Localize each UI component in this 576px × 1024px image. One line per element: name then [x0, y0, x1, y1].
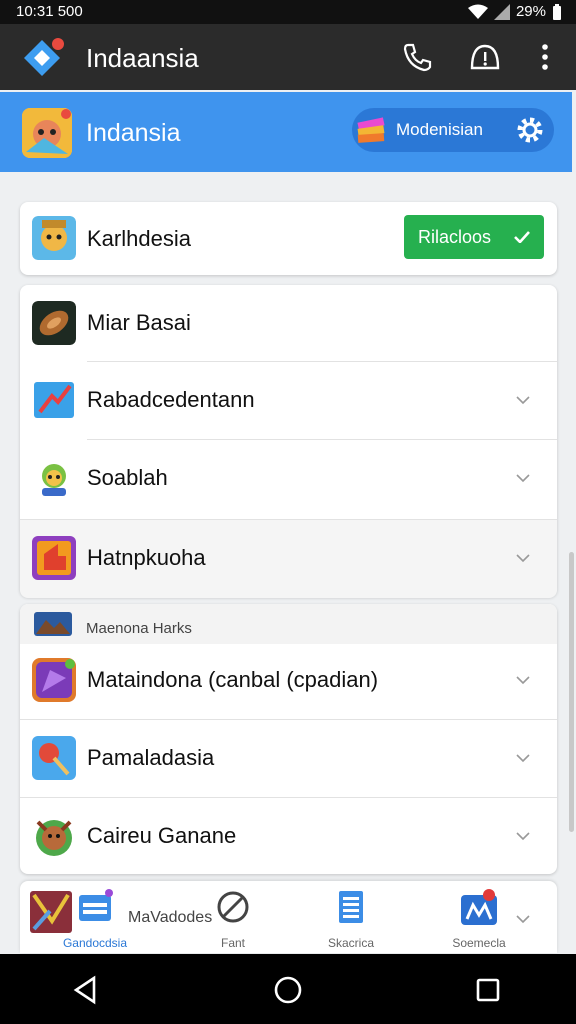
list-item[interactable]: Soablah — [20, 440, 557, 518]
list-item[interactable]: Hatnpkuoha — [20, 520, 557, 598]
featured-label: Karlhdesia — [87, 226, 191, 251]
mataindona-app-icon — [32, 658, 76, 702]
hatnpkuoha-app-icon — [32, 536, 76, 580]
chevron-down-icon[interactable] — [515, 911, 531, 927]
featured-app-icon — [32, 216, 76, 260]
system-nav-bar — [0, 954, 576, 1024]
list-item[interactable]: Caireu Ganane — [20, 798, 557, 876]
header-title: Indansia — [86, 119, 181, 147]
document-icon — [339, 891, 363, 923]
chevron-down-icon — [516, 754, 530, 763]
status-time: 10:31 500 — [16, 3, 83, 20]
chevron-down-icon — [516, 676, 530, 685]
header-banner: Indansia Modenisian — [0, 92, 572, 172]
list-item[interactable]: Pamaladasia — [20, 720, 557, 798]
nav-item-label: Gandocdsia — [62, 936, 128, 950]
nav-item-soemecla[interactable]: Soemecla — [434, 887, 524, 950]
header-app-icon — [22, 108, 72, 158]
list-item-label: Rabadcedentann — [87, 387, 255, 412]
gear-icon[interactable] — [514, 114, 546, 146]
recents-icon[interactable] — [470, 972, 506, 1008]
back-icon[interactable] — [68, 972, 104, 1008]
chevron-down-icon — [516, 554, 530, 563]
section-header-icon — [34, 612, 72, 636]
featured-row[interactable]: Karlhdesia Rilacloos — [20, 202, 557, 275]
list-section-1: Miar Basai Rabadcedentann Soablah Hatnpk… — [20, 285, 557, 598]
scrollbar[interactable] — [569, 552, 574, 832]
confirm-button-label: Rilacloos — [418, 227, 492, 247]
pamaladasia-app-icon — [32, 736, 76, 780]
list-item-label: Mataindona (canbal (cpadian) — [87, 667, 379, 692]
list-item-label: Hatnpkuoha — [87, 545, 206, 570]
check-icon — [514, 231, 530, 243]
nav-item-label: Skacrica — [327, 936, 374, 950]
profile-pill-button[interactable]: Modenisian — [352, 108, 554, 152]
window-icon — [79, 889, 113, 921]
app-logo-icon — [24, 38, 64, 76]
nav-item-label: Fant — [220, 936, 245, 950]
miar-basai-app-icon — [32, 301, 76, 345]
signal-icon — [493, 3, 510, 20]
layers-icon — [357, 117, 385, 143]
app-title: Indaansia — [86, 43, 199, 73]
app-bar: Indaansia — [0, 24, 576, 90]
list-item[interactable]: Rabadcedentann — [20, 362, 557, 440]
chevron-down-icon — [516, 832, 530, 841]
wifi-icon — [467, 4, 488, 19]
nav-item-gandocdsia[interactable]: Gandocdsia — [50, 887, 140, 950]
featured-card: Karlhdesia Rilacloos — [20, 202, 557, 275]
phone-icon[interactable] — [400, 40, 434, 74]
home-icon[interactable] — [270, 972, 306, 1008]
chevron-down-icon — [516, 474, 530, 483]
list-section-2: Maenona Harks Mataindona (canbal (cpadia… — [20, 604, 557, 874]
battery-percent: 29% — [515, 3, 546, 20]
nav-item-skacrica[interactable]: Skacrica — [306, 887, 396, 950]
chevron-down-icon — [516, 396, 530, 405]
status-icons: 29% — [467, 3, 562, 20]
list-item-label: Soablah — [87, 465, 168, 490]
alert-icon[interactable] — [468, 40, 502, 74]
bottom-nav: Gandocdsia MaVadodes Fant Skacrica Soeme… — [20, 881, 557, 953]
pill-label: Modenisian — [396, 120, 483, 139]
nav-item-label: Soemecla — [452, 936, 506, 950]
list-item[interactable]: Mataindona (canbal (cpadian) — [20, 642, 557, 720]
mail-icon — [461, 889, 497, 925]
no-entry-icon — [217, 891, 249, 923]
list-item-label: Caireu Ganane — [87, 823, 237, 848]
section-heading: Maenona Harks — [86, 620, 192, 637]
list-item-label: Pamaladasia — [87, 745, 215, 770]
list-item[interactable]: Miar Basai — [20, 285, 557, 363]
confirm-button[interactable]: Rilacloos — [404, 215, 544, 259]
soablah-app-icon — [42, 464, 66, 496]
list-item-label: Miar Basai — [87, 310, 191, 335]
rabadcedentann-app-icon — [34, 382, 74, 418]
caireu-ganane-app-icon — [36, 820, 72, 856]
nav-item-fant[interactable]: Fant — [188, 887, 278, 950]
more-vert-icon[interactable] — [528, 40, 562, 74]
battery-icon — [553, 3, 561, 20]
section-header: Maenona Harks — [20, 604, 557, 644]
status-bar: 10:31 500 29% — [0, 0, 576, 24]
